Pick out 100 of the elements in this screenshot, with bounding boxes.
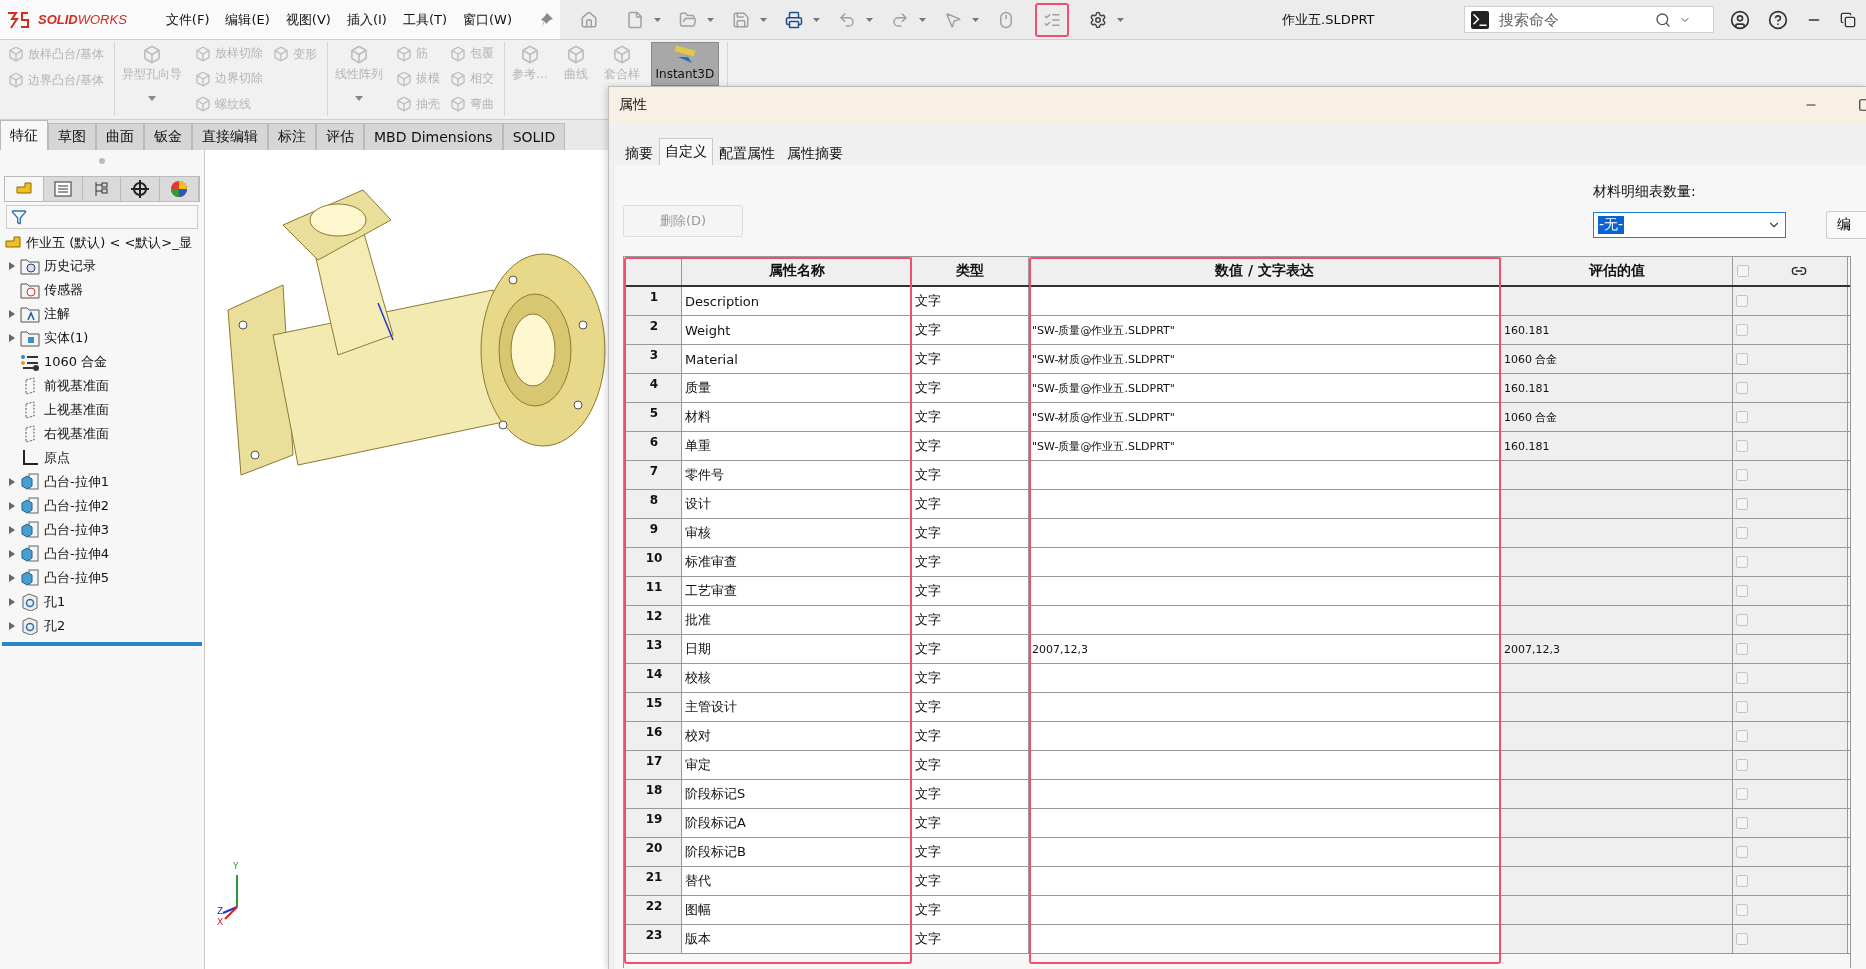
caret-icon[interactable] bbox=[972, 17, 979, 22]
table-cell[interactable] bbox=[1029, 548, 1501, 576]
link-checkbox[interactable] bbox=[1736, 295, 1748, 307]
command-tab[interactable]: 钣金 bbox=[144, 123, 192, 150]
tree-item[interactable]: 凸台-拉伸4 bbox=[44, 545, 109, 563]
table-cell[interactable]: 文字 bbox=[912, 548, 1029, 576]
table-cell[interactable]: 文字 bbox=[912, 461, 1029, 489]
table-cell[interactable]: 文字 bbox=[912, 345, 1029, 373]
table-cell[interactable]: 文字 bbox=[912, 635, 1029, 663]
table-cell[interactable]: 校核 bbox=[682, 664, 912, 692]
tree-item[interactable]: 传感器 bbox=[44, 281, 83, 299]
link-checkbox[interactable] bbox=[1736, 933, 1748, 945]
link-checkbox[interactable] bbox=[1736, 875, 1748, 887]
expand-arrow-icon[interactable] bbox=[8, 549, 16, 559]
table-cell[interactable]: 单重 bbox=[682, 432, 912, 460]
caret-icon[interactable] bbox=[1117, 17, 1124, 22]
table-cell[interactable] bbox=[1029, 722, 1501, 750]
table-cell[interactable]: "SW-材质@作业五.SLDPRT" bbox=[1029, 403, 1501, 431]
menu-item[interactable]: 插入(I) bbox=[341, 8, 392, 31]
table-cell[interactable]: 文字 bbox=[912, 838, 1029, 866]
caret-icon[interactable] bbox=[760, 17, 767, 22]
command-tab[interactable]: 标注 bbox=[268, 123, 316, 150]
ribbon-button[interactable]: Instant3D bbox=[650, 42, 720, 86]
link-checkbox[interactable] bbox=[1736, 324, 1748, 336]
table-cell[interactable] bbox=[1029, 490, 1501, 518]
table-cell[interactable]: 材料 bbox=[682, 403, 912, 431]
table-cell[interactable]: 校对 bbox=[682, 722, 912, 750]
table-cell[interactable] bbox=[1029, 751, 1501, 779]
tree-item[interactable]: 上视基准面 bbox=[44, 401, 109, 419]
column-header[interactable]: 类型 bbox=[912, 257, 1029, 285]
tree-item[interactable]: 右视基准面 bbox=[44, 425, 109, 443]
link-checkbox[interactable] bbox=[1736, 817, 1748, 829]
table-cell[interactable]: 图幅 bbox=[682, 896, 912, 924]
expand-arrow-icon[interactable] bbox=[8, 525, 16, 535]
table-cell[interactable]: "SW-质量@作业五.SLDPRT" bbox=[1029, 316, 1501, 344]
table-cell[interactable]: 文字 bbox=[912, 519, 1029, 547]
link-checkbox[interactable] bbox=[1736, 759, 1748, 771]
menu-item[interactable]: 窗口(W) bbox=[457, 8, 517, 31]
table-cell[interactable] bbox=[1029, 519, 1501, 547]
menu-item[interactable]: 文件(F) bbox=[160, 8, 215, 31]
tree-item[interactable]: 孔2 bbox=[44, 617, 66, 635]
tree-item[interactable]: 孔1 bbox=[44, 593, 66, 611]
table-cell[interactable]: 文字 bbox=[912, 780, 1029, 808]
table-cell[interactable]: 版本 bbox=[682, 925, 912, 953]
table-cell[interactable]: 文字 bbox=[912, 577, 1029, 605]
table-cell[interactable]: 文字 bbox=[912, 751, 1029, 779]
tree-item[interactable]: 凸台-拉伸2 bbox=[44, 497, 109, 515]
restore-icon[interactable] bbox=[1840, 11, 1856, 28]
header-checkbox[interactable] bbox=[1737, 265, 1749, 277]
tree-item[interactable]: 注解 bbox=[44, 305, 70, 323]
table-cell[interactable] bbox=[1029, 896, 1501, 924]
table-cell[interactable]: 文字 bbox=[912, 664, 1029, 692]
table-cell[interactable]: Description bbox=[682, 287, 912, 315]
table-cell[interactable]: 零件号 bbox=[682, 461, 912, 489]
table-cell[interactable]: 阶段标记S bbox=[682, 780, 912, 808]
search-field[interactable]: 搜索命令 bbox=[1464, 6, 1714, 33]
command-tab[interactable]: 特征 bbox=[0, 120, 48, 150]
help-icon[interactable] bbox=[1768, 9, 1788, 30]
dialog-tab[interactable]: 摘要 bbox=[619, 141, 659, 165]
table-cell[interactable]: "SW-质量@作业五.SLDPRT" bbox=[1029, 374, 1501, 402]
link-checkbox[interactable] bbox=[1736, 527, 1748, 539]
link-checkbox[interactable] bbox=[1736, 498, 1748, 510]
expand-arrow-icon[interactable] bbox=[8, 573, 16, 583]
table-cell[interactable]: Weight bbox=[682, 316, 912, 344]
expand-arrow-icon[interactable] bbox=[8, 261, 16, 271]
command-tab[interactable]: SOLID bbox=[502, 123, 566, 150]
table-cell[interactable]: 质量 bbox=[682, 374, 912, 402]
table-cell[interactable] bbox=[1029, 577, 1501, 605]
caret-icon[interactable] bbox=[813, 17, 820, 22]
link-checkbox[interactable] bbox=[1736, 382, 1748, 394]
table-cell[interactable] bbox=[1029, 461, 1501, 489]
tree-item[interactable]: 1060 合金 bbox=[44, 353, 108, 371]
table-cell[interactable] bbox=[1029, 925, 1501, 953]
panel-tab[interactable] bbox=[121, 177, 161, 201]
table-cell[interactable]: 文字 bbox=[912, 432, 1029, 460]
pin-icon[interactable] bbox=[540, 12, 553, 27]
table-cell[interactable] bbox=[1029, 664, 1501, 692]
table-cell[interactable]: 文字 bbox=[912, 693, 1029, 721]
link-checkbox[interactable] bbox=[1736, 556, 1748, 568]
tree-item[interactable]: 凸台-拉伸3 bbox=[44, 521, 109, 539]
link-checkbox[interactable] bbox=[1736, 788, 1748, 800]
table-cell[interactable]: 批准 bbox=[682, 606, 912, 634]
link-checkbox[interactable] bbox=[1736, 672, 1748, 684]
table-cell[interactable]: 文字 bbox=[912, 867, 1029, 895]
table-cell[interactable] bbox=[1029, 780, 1501, 808]
expand-arrow-icon[interactable] bbox=[8, 309, 16, 319]
table-cell[interactable]: 文字 bbox=[912, 722, 1029, 750]
table-cell[interactable]: "SW-质量@作业五.SLDPRT" bbox=[1029, 432, 1501, 460]
command-tab[interactable]: 评估 bbox=[316, 123, 364, 150]
properties-button[interactable] bbox=[1035, 2, 1069, 37]
table-cell[interactable] bbox=[1029, 287, 1501, 315]
table-cell[interactable]: 2007,12,3 bbox=[1029, 635, 1501, 663]
link-checkbox[interactable] bbox=[1736, 846, 1748, 858]
edit-button[interactable]: 编 bbox=[1826, 211, 1866, 239]
table-cell[interactable]: 阶段标记B bbox=[682, 838, 912, 866]
tree-item[interactable]: 原点 bbox=[44, 449, 70, 467]
link-checkbox[interactable] bbox=[1736, 904, 1748, 916]
table-cell[interactable]: 文字 bbox=[912, 925, 1029, 953]
column-header[interactable]: 数值 / 文字表达 bbox=[1029, 257, 1501, 285]
table-cell[interactable] bbox=[1029, 606, 1501, 634]
